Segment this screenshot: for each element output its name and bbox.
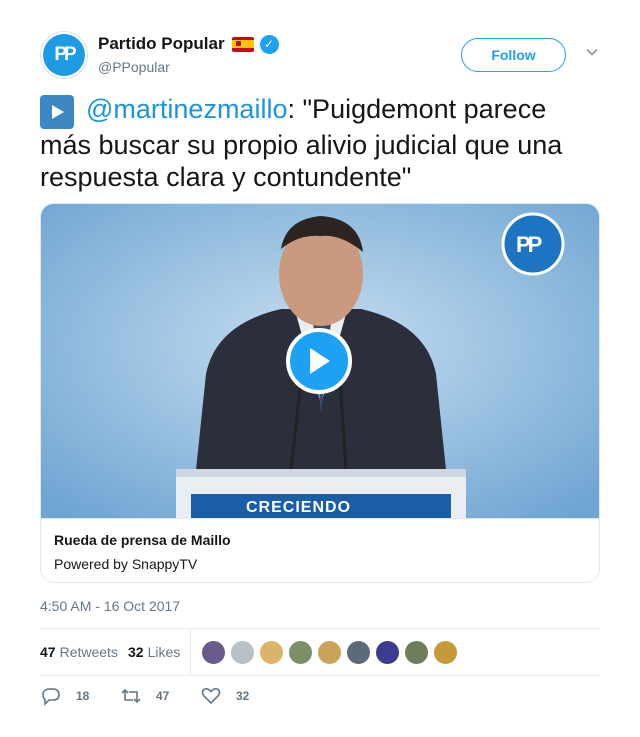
avatar[interactable]: PP <box>40 31 88 79</box>
like-button[interactable]: 32 <box>200 686 249 706</box>
tweet-timestamp[interactable]: 4:50 AM - 16 Oct 2017 <box>40 598 180 614</box>
retweet-count: 47 <box>156 689 170 703</box>
likes-stat[interactable]: 32 Likes <box>128 644 180 660</box>
tweet-text: @martinezmaillo: "Puigdemont parece más … <box>40 93 600 193</box>
reply-button[interactable]: 18 <box>40 686 89 706</box>
liker-avatar[interactable] <box>201 640 226 665</box>
chevron-down-icon[interactable] <box>585 45 599 59</box>
liker-avatar[interactable] <box>375 640 400 665</box>
liker-avatar[interactable] <box>317 640 342 665</box>
card-title: Rueda de prensa de Maillo <box>54 532 231 548</box>
play-button[interactable] <box>286 328 352 394</box>
likers-avatars <box>201 640 462 665</box>
reply-count: 18 <box>76 689 90 703</box>
tweet-actions: 18 47 32 <box>40 686 600 710</box>
heart-icon <box>201 688 221 705</box>
card-info[interactable]: Rueda de prensa de Maillo Powered by Sna… <box>41 518 599 582</box>
stats-bar: 47 Retweets 32 Likes <box>40 628 600 676</box>
user-handle[interactable]: @PPopular <box>98 59 170 75</box>
play-icon <box>310 348 330 374</box>
avatar-logo-text: PP <box>54 44 76 65</box>
follow-button[interactable]: Follow <box>461 38 566 72</box>
spain-flag-icon <box>231 36 254 52</box>
stats-divider <box>190 629 191 676</box>
card-source: Powered by SnappyTV <box>54 556 198 572</box>
reply-icon <box>42 688 60 706</box>
retweet-button[interactable]: 47 <box>120 686 169 706</box>
liker-avatar[interactable] <box>346 640 371 665</box>
liker-avatar[interactable] <box>288 640 313 665</box>
liker-avatar[interactable] <box>259 640 284 665</box>
video-overlay-banner: CRECIENDO <box>246 499 352 516</box>
mention-link[interactable]: @martinezmaillo <box>86 94 287 124</box>
retweet-icon <box>121 688 141 704</box>
video-card[interactable]: PP CRECIENDO Rueda de prensa de Maillo P… <box>40 203 600 583</box>
liker-avatar[interactable] <box>230 640 255 665</box>
video-overlay-logo: PP <box>516 232 542 257</box>
liker-avatar[interactable] <box>404 640 429 665</box>
tweet-header: PP Partido Popular ✓ @PPopular Follow <box>40 31 600 79</box>
display-name[interactable]: Partido Popular <box>98 34 225 54</box>
verified-badge-icon: ✓ <box>259 34 279 54</box>
liker-avatar[interactable] <box>433 640 458 665</box>
play-emoji-icon <box>40 95 74 129</box>
video-player[interactable]: PP CRECIENDO <box>41 204 599 518</box>
retweets-stat[interactable]: 47 Retweets <box>40 644 118 660</box>
like-count: 32 <box>236 689 250 703</box>
